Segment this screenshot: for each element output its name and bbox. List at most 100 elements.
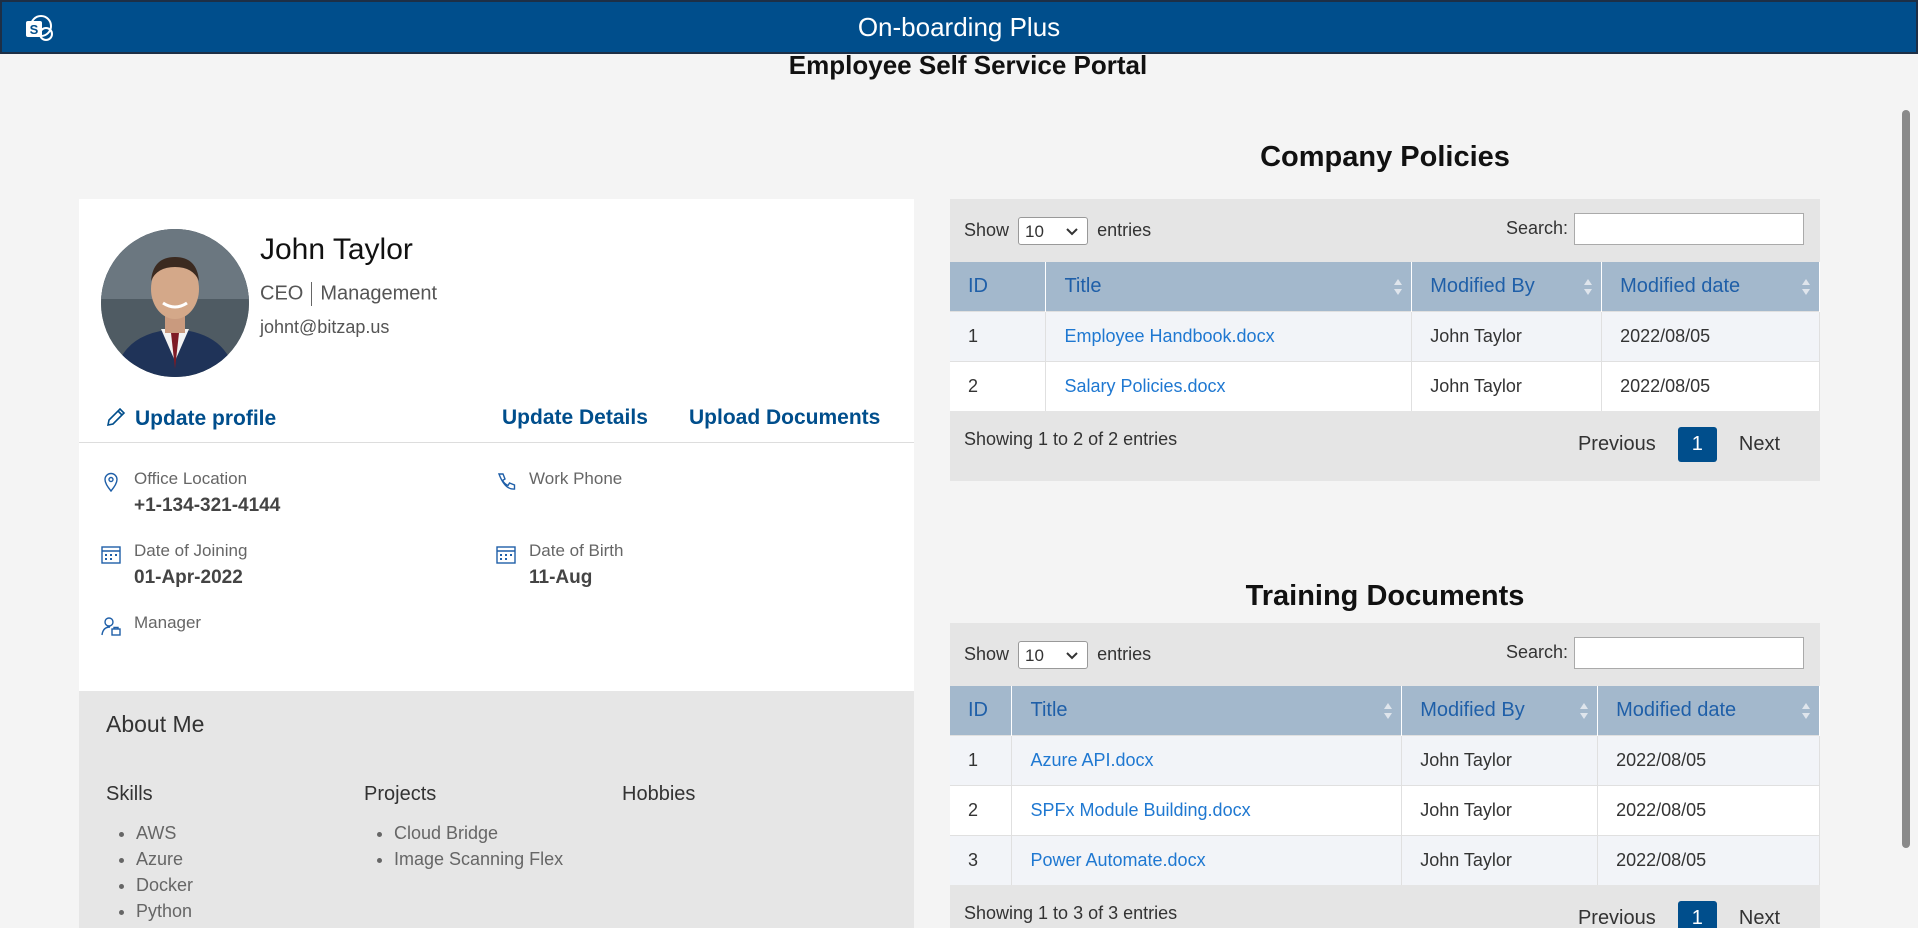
- sort-icon: [1580, 703, 1589, 719]
- about-me-section: About Me Skills AWS Azure Docker Python …: [79, 691, 914, 928]
- search-box: Search:: [1506, 637, 1804, 669]
- cell-modified-by: John Taylor: [1411, 310, 1603, 361]
- cell-modified-by: John Taylor: [1401, 834, 1599, 885]
- column-header-title[interactable]: Title: [1045, 262, 1413, 311]
- work-phone-label: Work Phone: [529, 469, 623, 488]
- table-row: 1 Azure API.docx John Taylor 2022/08/05: [950, 734, 1820, 785]
- table-controls: Show 10 entries Search:: [950, 623, 1820, 686]
- training-documents-title: Training Documents: [1245, 580, 1525, 612]
- projects-column: Projects Cloud Bridge Image Scanning Fle…: [364, 783, 563, 872]
- cell-id: 2: [950, 360, 1047, 411]
- column-header-title[interactable]: Title: [1011, 686, 1403, 735]
- app-title: On-boarding Plus: [857, 12, 1061, 42]
- hobbies-heading: Hobbies: [622, 783, 696, 805]
- company-policies-table: Show 10 entries Search: ID Title Modifie…: [950, 199, 1820, 481]
- projects-heading: Projects: [364, 783, 437, 805]
- date-of-birth-label: Date of Birth: [529, 541, 624, 560]
- sort-icon: [1802, 279, 1810, 295]
- previous-button[interactable]: Previous: [1568, 901, 1666, 928]
- next-button[interactable]: Next: [1729, 427, 1790, 462]
- column-header-id[interactable]: ID: [950, 686, 1013, 735]
- search-input[interactable]: [1574, 213, 1804, 245]
- search-box: Search:: [1506, 213, 1804, 245]
- cell-modified-by: John Taylor: [1401, 784, 1599, 835]
- search-label: Search:: [1505, 217, 1568, 238]
- upload-documents-link[interactable]: Upload Documents: [689, 406, 880, 430]
- cell-modified-date: 2022/08/05: [1597, 734, 1820, 785]
- entries-select[interactable]: 10: [1018, 641, 1089, 669]
- profile-role: CEO Management: [260, 282, 437, 306]
- training-documents-table: Show 10 entries Search: ID Title Modifie…: [950, 623, 1820, 928]
- scrollbar-thumb[interactable]: [1902, 110, 1910, 848]
- document-link[interactable]: Employee Handbook.docx: [1064, 326, 1274, 346]
- next-button[interactable]: Next: [1729, 901, 1790, 928]
- entries-select-value: 10: [1025, 646, 1044, 665]
- cell-title: Salary Policies.docx: [1045, 360, 1413, 411]
- location-pin-icon: [104, 472, 118, 493]
- divider: [79, 442, 914, 443]
- cell-title: Azure API.docx: [1011, 734, 1403, 785]
- page-1-button[interactable]: 1: [1677, 427, 1717, 462]
- date-of-joining-value: 01-Apr-2022: [134, 567, 243, 588]
- cell-modified-date: 2022/08/05: [1597, 784, 1820, 835]
- data-table: ID Title Modified By Modified date 1 Azu…: [950, 686, 1820, 885]
- skill-item: Azure: [136, 846, 193, 872]
- project-item: Image Scanning Flex: [394, 846, 563, 872]
- entries-select[interactable]: 10: [1018, 217, 1089, 245]
- document-link[interactable]: Salary Policies.docx: [1064, 376, 1225, 396]
- cell-id: 3: [950, 834, 1013, 885]
- show-label: Show: [964, 219, 1010, 240]
- avatar-photo-icon: [101, 229, 249, 377]
- cell-title: Power Automate.docx: [1011, 834, 1403, 885]
- vertical-scrollbar[interactable]: [1894, 54, 1918, 926]
- calendar-icon: [496, 546, 516, 564]
- profile-name: John Taylor: [260, 233, 413, 266]
- pencil-icon: [106, 407, 126, 427]
- about-me-title: About Me: [106, 711, 205, 737]
- data-table: ID Title Modified By Modified date 1 Emp…: [950, 262, 1820, 411]
- cell-id: 1: [950, 734, 1013, 785]
- chevron-down-icon: [1066, 228, 1078, 236]
- search-label: Search:: [1505, 641, 1568, 662]
- calendar-icon: [101, 546, 121, 564]
- cell-modified-date: 2022/08/05: [1601, 310, 1820, 361]
- column-header-modified-by[interactable]: Modified By: [1401, 686, 1599, 735]
- profile-email: johnt@bitzap.us: [260, 317, 390, 337]
- document-link[interactable]: Azure API.docx: [1030, 750, 1153, 770]
- skill-item: Python: [136, 898, 193, 924]
- update-profile-link[interactable]: Update profile: [105, 406, 276, 431]
- table-header-row: ID Title Modified By Modified date: [950, 686, 1820, 735]
- table-row: 2 SPFx Module Building.docx John Taylor …: [950, 784, 1820, 835]
- table-row: 1 Employee Handbook.docx John Taylor 202…: [950, 310, 1820, 361]
- skills-column: Skills AWS Azure Docker Python: [106, 783, 193, 924]
- sort-icon: [1394, 279, 1403, 295]
- search-input[interactable]: [1574, 637, 1804, 669]
- avatar: [101, 229, 249, 377]
- pagination: Previous 1 Next: [1568, 901, 1790, 928]
- sort-icon: [1584, 279, 1593, 295]
- document-link[interactable]: Power Automate.docx: [1030, 850, 1205, 870]
- previous-button[interactable]: Previous: [1568, 427, 1666, 462]
- page-1-button[interactable]: 1: [1677, 901, 1717, 928]
- profile-card: John Taylor CEO Management johnt@bitzap.u…: [79, 199, 914, 691]
- column-header-modified-by[interactable]: Modified By: [1411, 262, 1603, 311]
- cell-title: SPFx Module Building.docx: [1011, 784, 1403, 835]
- column-header-id[interactable]: ID: [950, 262, 1047, 311]
- cell-id: 2: [950, 784, 1013, 835]
- entries-length: Show 10 entries: [964, 217, 1151, 245]
- table-footer: Showing 1 to 2 of 2 entries Previous 1 N…: [950, 411, 1820, 481]
- skills-list: AWS Azure Docker Python: [106, 820, 193, 924]
- table-info: Showing 1 to 3 of 3 entries: [964, 903, 1178, 923]
- role-separator: [311, 282, 313, 306]
- sort-icon: [1384, 703, 1393, 719]
- table-info: Showing 1 to 2 of 2 entries: [964, 429, 1178, 449]
- chevron-down-icon: [1066, 652, 1078, 660]
- cell-modified-date: 2022/08/05: [1597, 834, 1820, 885]
- update-details-link[interactable]: Update Details: [502, 406, 648, 430]
- column-header-modified-date[interactable]: Modified date: [1597, 686, 1820, 735]
- company-policies-title: Company Policies: [1260, 141, 1510, 173]
- entries-label: entries: [1097, 643, 1152, 664]
- projects-list: Cloud Bridge Image Scanning Flex: [364, 820, 563, 872]
- document-link[interactable]: SPFx Module Building.docx: [1030, 800, 1250, 820]
- column-header-modified-date[interactable]: Modified date: [1601, 262, 1820, 311]
